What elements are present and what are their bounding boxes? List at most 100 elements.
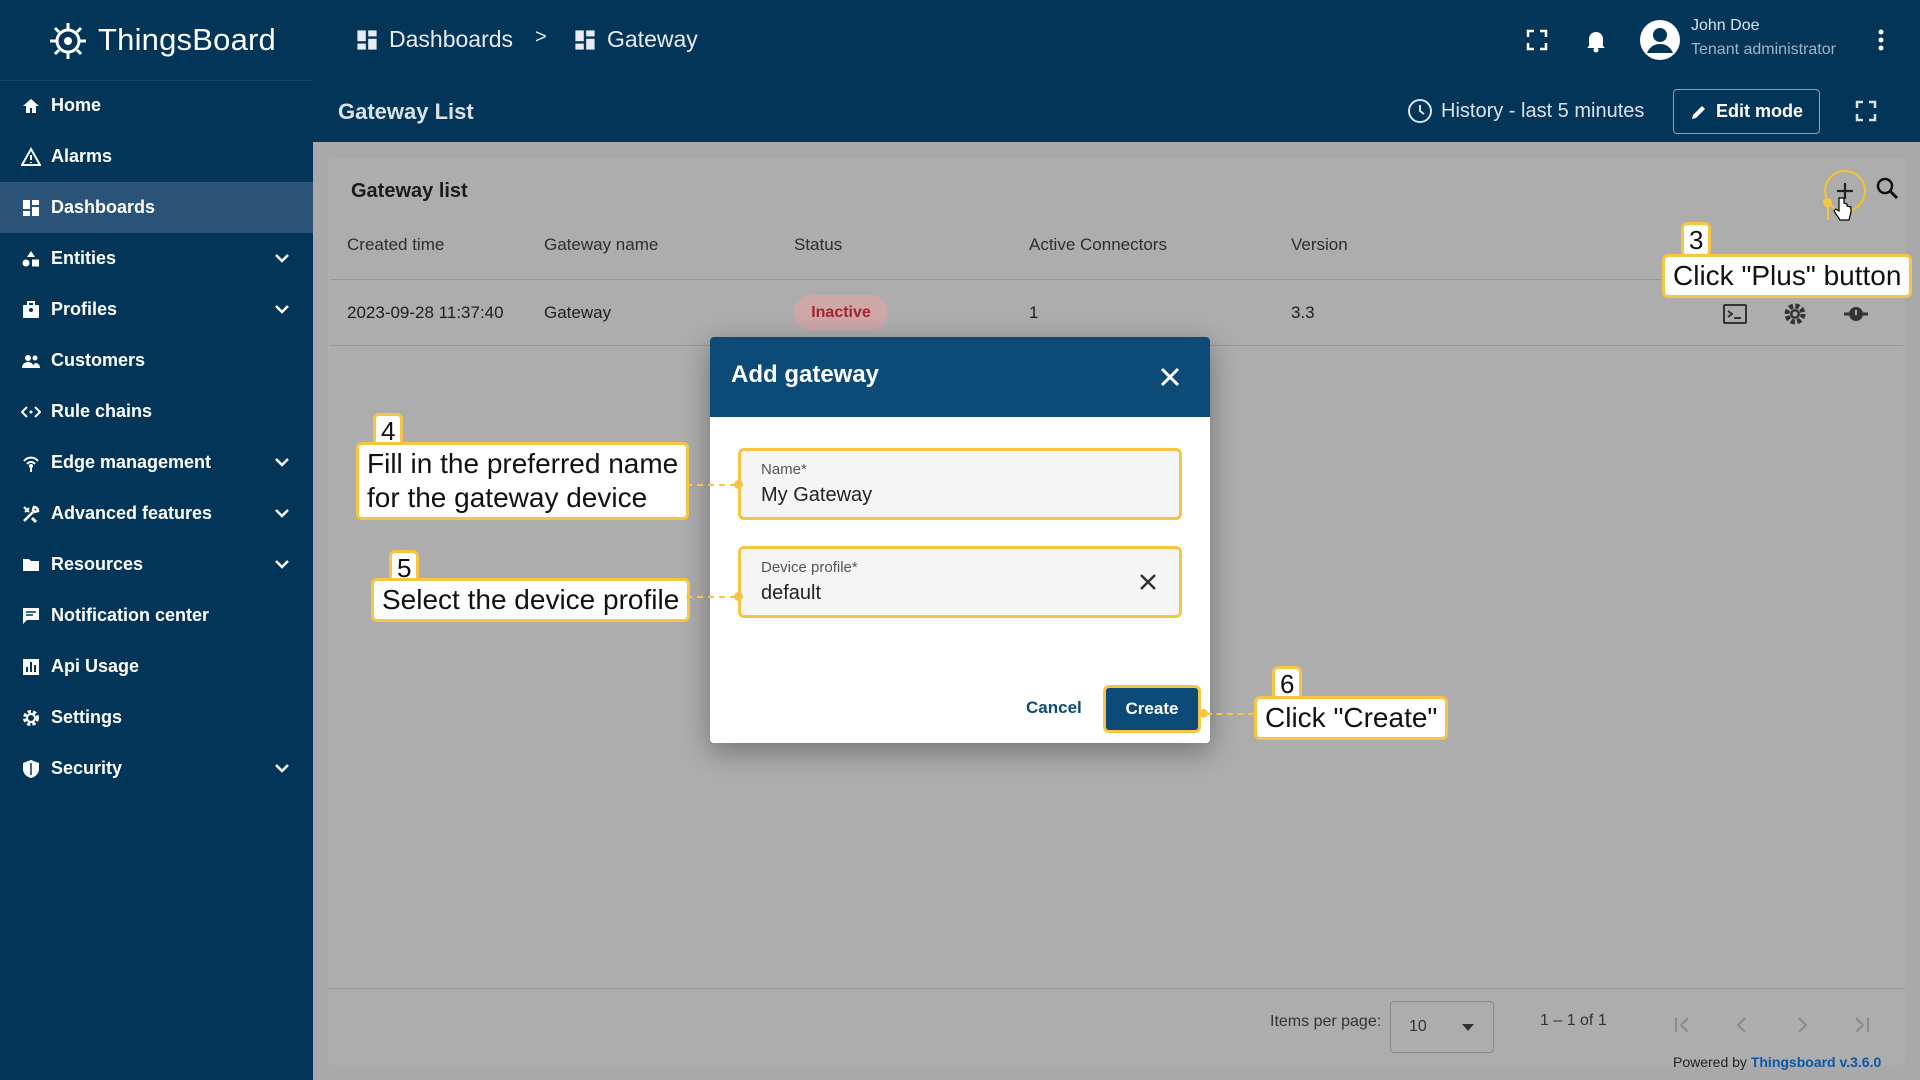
pointer-cursor-icon [1833, 197, 1852, 221]
search-icon[interactable] [1874, 175, 1902, 203]
sidebar-item-settings[interactable]: Settings [0, 692, 313, 743]
close-icon[interactable] [1154, 361, 1186, 393]
step-number: 3 [1681, 222, 1712, 258]
user-name: John Doe [1691, 17, 1760, 34]
entities-icon [20, 248, 42, 270]
name-field-value[interactable]: My Gateway [761, 484, 872, 507]
history-timewindow[interactable]: History - last 5 minutes [1407, 98, 1644, 124]
chevron-down-icon[interactable] [271, 553, 293, 575]
avatar[interactable] [1639, 19, 1681, 61]
cell-created-time: 2023-09-28 11:37:40 [347, 303, 504, 322]
dashboard-icon [357, 29, 377, 50]
bell-icon[interactable] [1582, 26, 1610, 54]
history-label: History - last 5 minutes [1441, 99, 1645, 122]
device-profile-select[interactable]: Device profile* default [738, 546, 1182, 618]
sidebar-item-resources[interactable]: Resources [0, 539, 313, 590]
create-button[interactable]: Create [1103, 685, 1201, 733]
sidebar-item-label: Advanced features [51, 503, 213, 523]
annotation-connector [686, 596, 736, 598]
device-profile-label: Device profile* [761, 559, 858, 576]
column-header-active-connectors[interactable]: Active Connectors [1029, 235, 1167, 255]
annotation-connector [1206, 713, 1254, 715]
terminal-icon[interactable] [1721, 300, 1749, 328]
clock-icon [1408, 99, 1432, 123]
cell-gateway-name: Gateway [544, 303, 612, 322]
cell-active-connectors: 1 [1029, 303, 1039, 322]
chevron-down-icon[interactable] [271, 451, 293, 473]
shield-icon [20, 758, 42, 780]
column-header-created-time[interactable]: Created time [347, 235, 444, 255]
fullscreen-icon[interactable] [1853, 98, 1879, 124]
tools-icon [20, 503, 42, 525]
annotation-line: Fill in the preferred name [367, 448, 679, 479]
sidebar-item-customers[interactable]: Customers [0, 335, 313, 386]
items-per-page-select[interactable]: 10 [1390, 1001, 1494, 1053]
edit-mode-label: Edit mode [1715, 101, 1803, 121]
chevron-down-icon[interactable] [271, 298, 293, 320]
cancel-button[interactable]: Cancel [1026, 698, 1082, 718]
clear-icon[interactable] [1135, 569, 1161, 595]
sidebar-item-label: Home [51, 95, 102, 115]
user-role: Tenant administrator [1691, 41, 1836, 58]
device-profile-value[interactable]: default [761, 582, 821, 605]
home-icon [20, 95, 42, 117]
annotation-text: Click "Plus" button [1662, 254, 1913, 298]
pencil-icon [1691, 105, 1705, 119]
name-field-label: Name* [761, 461, 807, 478]
profiles-icon [20, 299, 42, 321]
sidebar-item-profiles[interactable]: Profiles [0, 284, 313, 335]
edit-mode-button[interactable]: Edit mode [1673, 89, 1820, 134]
dashboard-title: Gateway List [338, 99, 474, 124]
sidebar-item-entities[interactable]: Entities [0, 233, 313, 284]
name-input[interactable]: Name* My Gateway [738, 448, 1182, 520]
next-page-icon[interactable] [1788, 1011, 1816, 1039]
sidebar-item-dashboards[interactable]: Dashboards [0, 182, 313, 233]
items-per-page-value: 10 [1409, 1018, 1427, 1035]
remote-shell-icon[interactable] [1842, 300, 1870, 328]
fullscreen-icon[interactable] [1523, 26, 1551, 54]
chart-icon [20, 656, 42, 678]
powered-by-version-link[interactable]: Thingsboard v.3.6.0 [1751, 1054, 1881, 1070]
annotation-connector [686, 484, 736, 486]
more-vert-icon[interactable] [1867, 26, 1895, 54]
sidebar-item-edge-management[interactable]: Edge management [0, 437, 313, 488]
breadcrumb-dashboards[interactable]: Dashboards [355, 26, 513, 53]
chevron-down-icon[interactable] [271, 502, 293, 524]
column-header-version[interactable]: Version [1291, 235, 1348, 255]
brand-logo[interactable]: ThingsBoard [44, 14, 276, 66]
sidebar-item-advanced-features[interactable]: Advanced features [0, 488, 313, 539]
annotation-dot [1823, 198, 1832, 207]
chevron-down-icon[interactable] [271, 247, 293, 269]
folder-icon [20, 554, 42, 576]
brand-name: ThingsBoard [98, 22, 276, 57]
breadcrumb-label: Gateway [607, 26, 698, 52]
breadcrumb-separator: > [535, 26, 547, 48]
notification-icon [20, 605, 42, 627]
sidebar-item-home[interactable]: Home [0, 80, 313, 131]
dialog-header: Add gateway [710, 337, 1210, 417]
column-header-status[interactable]: Status [794, 235, 842, 255]
sidebar-item-label: Dashboards [51, 197, 156, 217]
sidebar-item-alarms[interactable]: Alarms [0, 131, 313, 182]
breadcrumb-gateway: Gateway [573, 26, 698, 53]
paginator: Items per page: 10 1 – 1 of 1 [328, 988, 1905, 1065]
last-page-icon[interactable] [1848, 1011, 1876, 1039]
column-header-gateway-name[interactable]: Gateway name [544, 235, 658, 255]
sidebar-item-api-usage[interactable]: Api Usage [0, 641, 313, 692]
edge-icon [20, 452, 42, 474]
thingsboard-logo-icon [50, 23, 86, 59]
sidebar-item-label: Alarms [51, 146, 113, 166]
first-page-icon[interactable] [1668, 1011, 1696, 1039]
sidebar-item-rule-chains[interactable]: Rule chains [0, 386, 313, 437]
items-per-page-label: Items per page: [1270, 1013, 1382, 1030]
sidebar-item-notification-center[interactable]: Notification center [0, 590, 313, 641]
widget-title: Gateway list [351, 180, 468, 202]
sidebar-item-security[interactable]: Security [0, 743, 313, 794]
chevron-down-icon[interactable] [271, 757, 293, 779]
add-gateway-dialog: Add gateway Name* My Gateway Device prof… [710, 337, 1210, 743]
powered-by-label: Powered by [1673, 1054, 1747, 1070]
annotation-line: for the gateway device [367, 482, 648, 513]
page-range: 1 – 1 of 1 [1540, 1012, 1607, 1029]
previous-page-icon[interactable] [1728, 1011, 1756, 1039]
gear-icon[interactable] [1781, 300, 1809, 328]
